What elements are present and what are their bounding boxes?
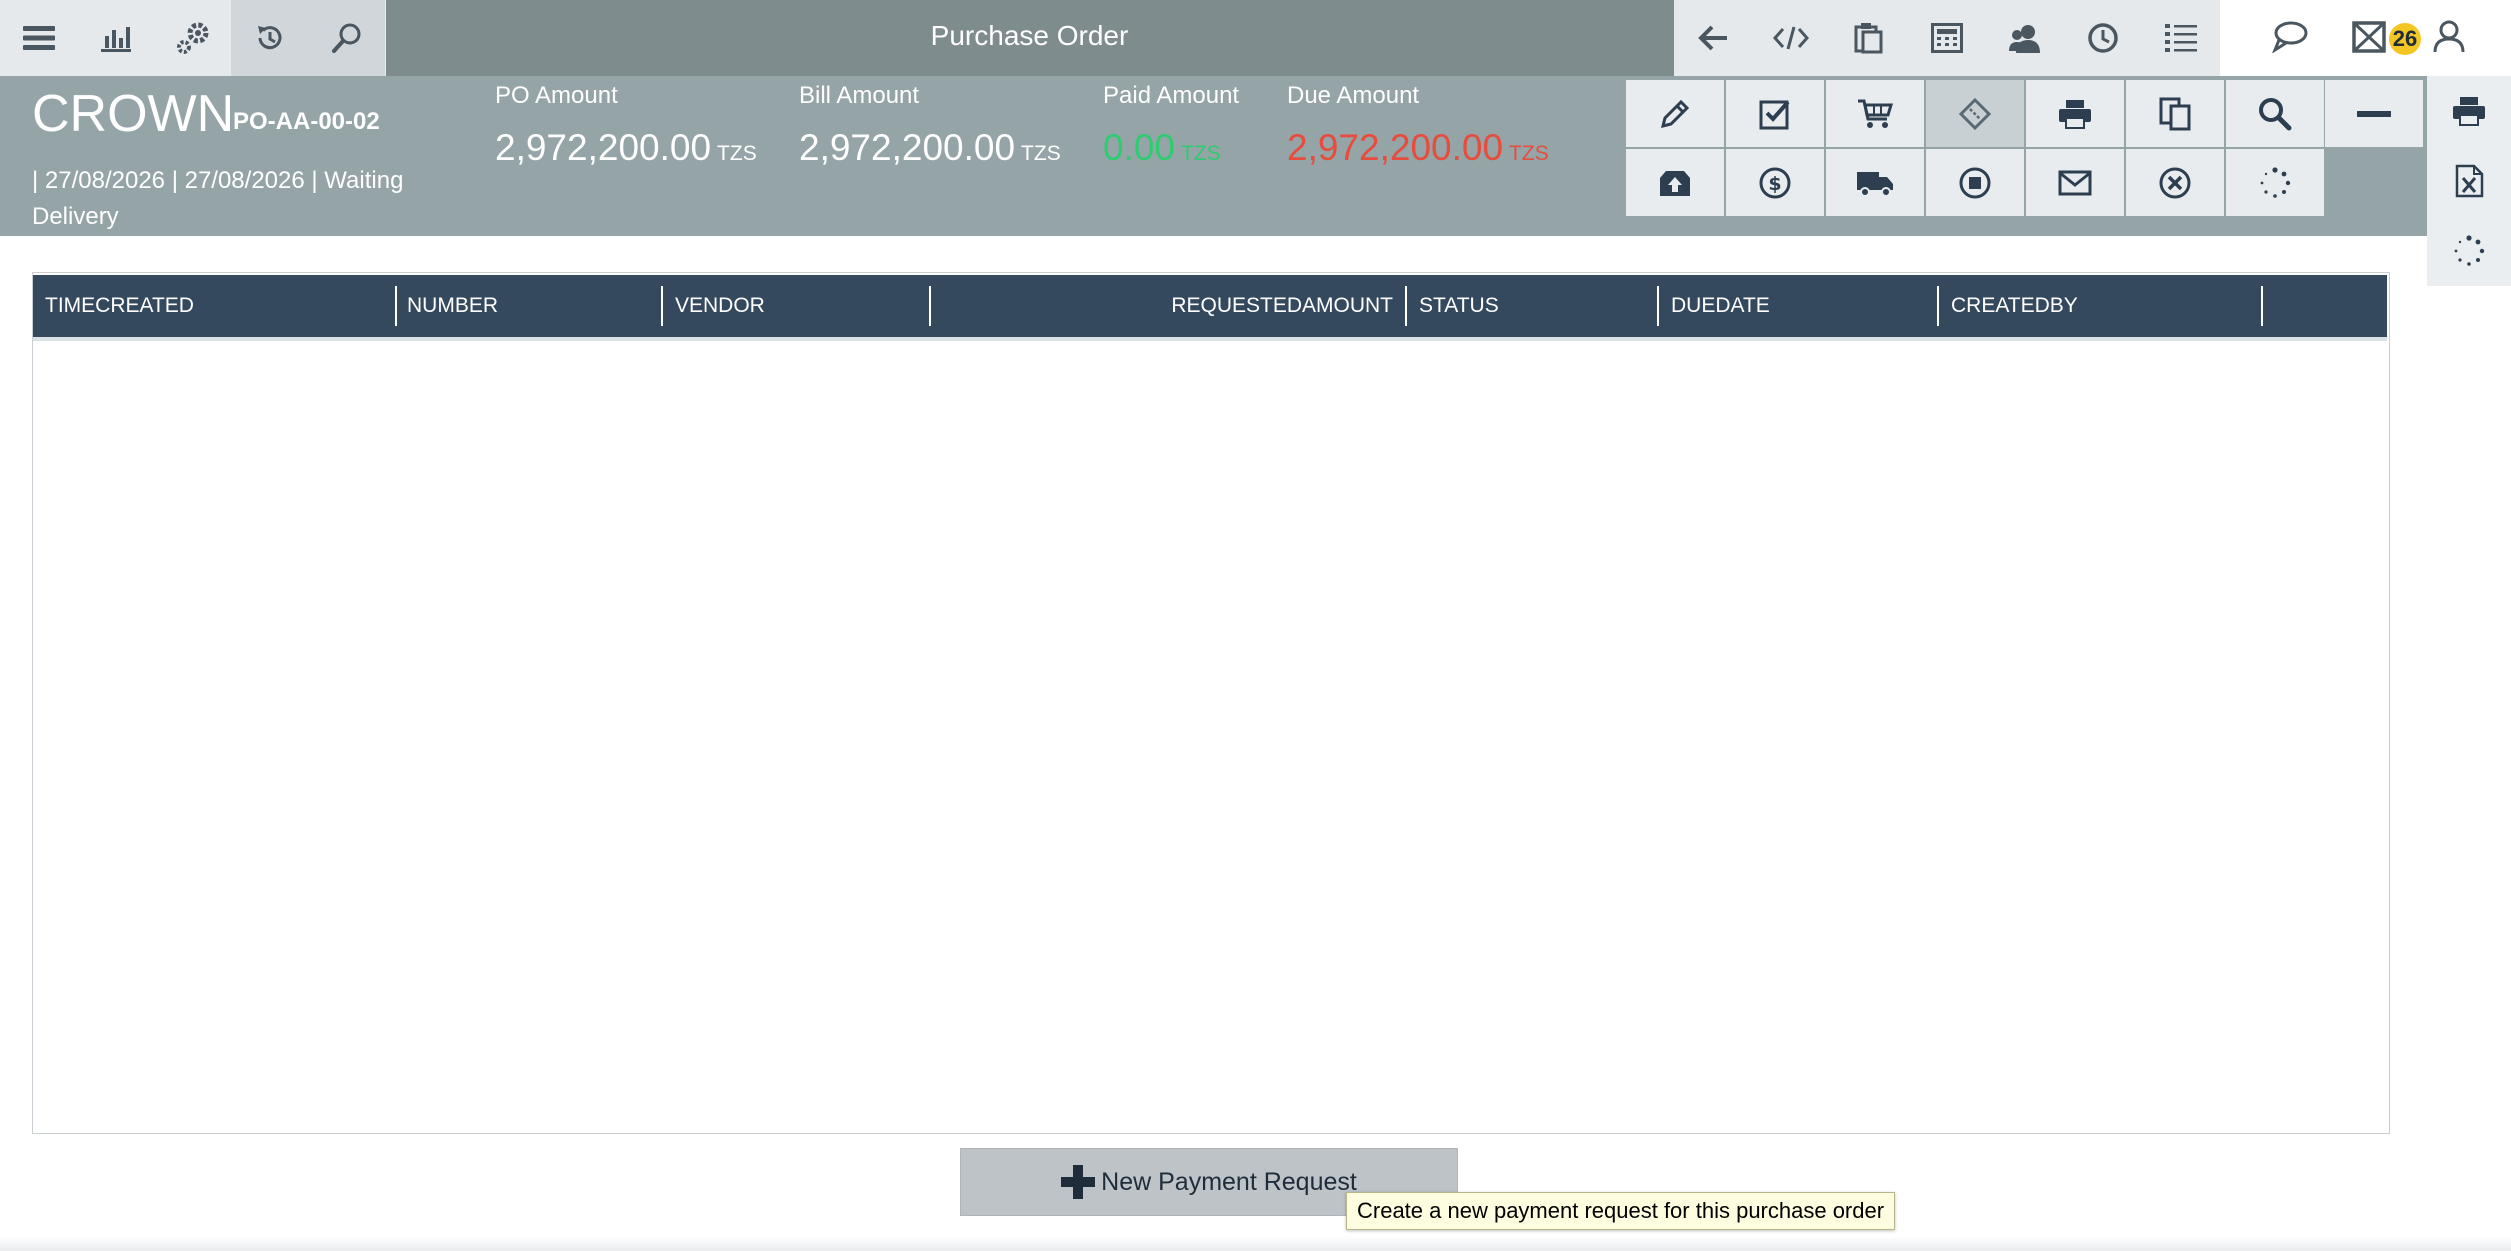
bottom-shadow xyxy=(0,1236,2511,1251)
action-toolbar: $ xyxy=(1626,80,2326,217)
grid-header: TIMECREATED NUMBER VENDOR REQUESTEDAMOUN… xyxy=(33,275,2387,341)
stop-button[interactable] xyxy=(1926,149,2024,216)
side-excel-button[interactable] xyxy=(2427,146,2511,216)
column-header-createdby[interactable]: CREATEDBY xyxy=(1939,286,2263,326)
payment-button[interactable]: $ xyxy=(1726,149,1824,216)
top-far-right xyxy=(2220,0,2511,76)
vendor-name: CROWN xyxy=(32,85,235,143)
column-header-duedate[interactable]: DUEDATE xyxy=(1659,286,1939,326)
bill-amount-label: Bill Amount xyxy=(799,82,920,109)
gears-icon[interactable] xyxy=(154,0,231,76)
column-header-vendor[interactable]: VENDOR xyxy=(663,286,931,326)
close-circle-icon xyxy=(2159,167,2191,198)
paid-amount-value: 0.00 TZS xyxy=(1103,127,1221,168)
spinner-icon xyxy=(2454,235,2485,266)
cancel-button[interactable] xyxy=(2126,149,2224,216)
list-icon[interactable] xyxy=(2142,0,2220,76)
edit-button[interactable] xyxy=(1626,80,1724,147)
history-icon[interactable] xyxy=(231,0,308,76)
search-icon[interactable] xyxy=(308,0,385,76)
paid-amount-label: Paid Amount xyxy=(1103,82,1240,109)
column-header-status[interactable]: STATUS xyxy=(1407,286,1659,326)
due-amount-label: Due Amount xyxy=(1287,82,1420,109)
svg-text:$: $ xyxy=(1768,173,1781,195)
mail-icon[interactable] xyxy=(2352,21,2386,53)
ticket-icon xyxy=(1958,97,1992,130)
truck-icon xyxy=(1857,171,1893,197)
po-number: PO-AA-00-02 xyxy=(233,108,380,135)
receive-button[interactable] xyxy=(1626,149,1724,216)
copy-icon xyxy=(2159,97,2191,130)
payment-requests-grid[interactable]: TIMECREATED NUMBER VENDOR REQUESTEDAMOUN… xyxy=(32,272,2390,1134)
code-icon[interactable] xyxy=(1752,0,1830,76)
chat-icon[interactable] xyxy=(2272,19,2308,53)
spinner-icon xyxy=(2260,166,2291,198)
pencil-icon xyxy=(1660,99,1690,128)
top-bar: Purchase Order 26 xyxy=(0,0,2511,76)
excel-icon xyxy=(2455,164,2484,198)
side-toolbar xyxy=(2427,76,2511,286)
new-payment-request-label: New Payment Request xyxy=(1101,1167,1357,1196)
user-icon[interactable] xyxy=(2432,19,2466,53)
clipboard-icon[interactable] xyxy=(1830,0,1908,76)
cart-button[interactable] xyxy=(1826,80,1924,147)
column-header-timecreated[interactable]: TIMECREATED xyxy=(33,286,397,326)
print-icon xyxy=(2059,99,2091,129)
loading-button[interactable] xyxy=(2226,149,2324,216)
copy-button[interactable] xyxy=(2126,80,2224,147)
archive-upload-icon xyxy=(1660,170,1690,196)
dollar-icon: $ xyxy=(1759,167,1791,198)
column-header-number[interactable]: NUMBER xyxy=(395,286,663,326)
grid-body xyxy=(33,341,2387,1131)
top-right-toolbar xyxy=(1674,0,2220,76)
users-icon[interactable] xyxy=(1986,0,2064,76)
page-title: Purchase Order xyxy=(930,20,1129,51)
stop-icon xyxy=(1959,167,1991,198)
delivery-button[interactable] xyxy=(1826,149,1924,216)
due-amount-value: 2,972,200.00 TZS xyxy=(1287,127,1549,168)
mail-count-badge: 26 xyxy=(2389,23,2421,55)
clock-icon[interactable] xyxy=(2064,0,2142,76)
print-button[interactable] xyxy=(2026,80,2124,147)
checkbox-icon xyxy=(1759,100,1790,129)
po-meta: | 27/08/2026 | 27/08/2026 | Waiting Deli… xyxy=(32,167,404,230)
approve-button[interactable] xyxy=(1726,80,1824,147)
envelope-icon xyxy=(2058,170,2092,195)
menu-icon[interactable] xyxy=(0,0,77,76)
po-amount-label: PO Amount xyxy=(495,82,618,109)
side-print-button[interactable] xyxy=(2427,76,2511,146)
bill-amount-value: 2,972,200.00 TZS xyxy=(799,127,1061,168)
po-amount-value: 2,972,200.00 TZS xyxy=(495,127,757,168)
find-button[interactable] xyxy=(2226,80,2324,147)
back-arrow-icon[interactable] xyxy=(1674,0,1752,76)
top-left-toolbar xyxy=(0,0,386,76)
chart-icon[interactable] xyxy=(77,0,154,76)
minus-icon xyxy=(2357,110,2391,117)
plus-icon xyxy=(1061,1165,1096,1199)
payment-request-button[interactable] xyxy=(1926,80,2024,147)
print-icon xyxy=(2453,97,2485,126)
collapse-button[interactable] xyxy=(2325,80,2423,147)
cart-icon xyxy=(1858,99,1893,128)
magnifier-icon xyxy=(2259,97,2292,130)
calculator-icon[interactable] xyxy=(1908,0,1986,76)
tooltip: Create a new payment request for this pu… xyxy=(1346,1192,1896,1230)
side-loading-button[interactable] xyxy=(2427,216,2511,286)
email-button[interactable] xyxy=(2026,149,2124,216)
column-header-requestedamount[interactable]: REQUESTEDAMOUNT xyxy=(931,286,1407,326)
